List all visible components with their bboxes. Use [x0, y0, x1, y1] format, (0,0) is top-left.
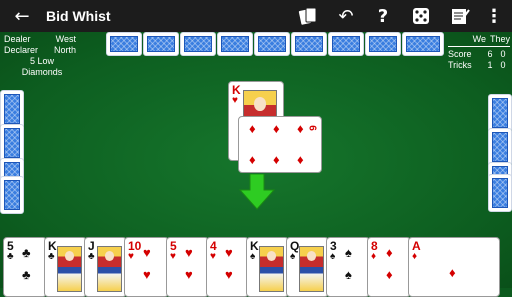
- card-back: [143, 32, 179, 56]
- suit-pip-icon: ♥: [143, 267, 151, 282]
- score-sheet-icon[interactable]: [448, 4, 472, 28]
- heart-suit-icon: ♥: [128, 251, 134, 262]
- spade-suit-icon: ♠: [290, 251, 296, 262]
- suit-pip-icon: ♥: [225, 245, 233, 260]
- card-back: [328, 32, 364, 56]
- suit-pip-icon: ♥: [143, 245, 151, 260]
- diamond-suit-icon: ♦: [249, 152, 256, 167]
- suit-pip-icon: ♠: [345, 267, 352, 282]
- hand-card[interactable]: Q ♠: [286, 237, 329, 297]
- suit-pip-icon: ♥: [185, 267, 193, 282]
- card-back: [217, 32, 253, 56]
- diamond-suit-icon: ♦: [371, 251, 377, 262]
- card-back: [488, 94, 512, 132]
- overflow-menu-icon[interactable]: ⋮: [482, 4, 506, 28]
- score-label: Score: [448, 49, 472, 59]
- suit-pip-icon: ♣: [22, 245, 31, 260]
- heart-suit-icon: ♥: [210, 251, 216, 262]
- declarer-label: Declarer: [4, 45, 39, 55]
- hand-card[interactable]: 5 ♥ ♥ ♥: [166, 237, 209, 297]
- we-label: We: [472, 34, 486, 44]
- hand-card[interactable]: 3 ♠ ♠ ♠: [326, 237, 370, 297]
- score-we: 6: [487, 49, 493, 59]
- dealer-label: Dealer: [4, 34, 31, 44]
- suit-pip-icon: ♣: [22, 267, 31, 282]
- undo-icon[interactable]: ↶: [334, 4, 358, 28]
- card-back: [291, 32, 327, 56]
- club-suit-icon: ♣: [7, 251, 14, 262]
- hand-card[interactable]: 4 ♥ ♥ ♥: [206, 237, 249, 297]
- court-portrait: [259, 246, 284, 292]
- card-back: [488, 128, 512, 166]
- card-back: [0, 90, 24, 128]
- tricks-label: Tricks: [448, 60, 472, 70]
- club-suit-icon: ♣: [88, 251, 95, 262]
- card-back: [106, 32, 142, 56]
- hand-card[interactable]: K ♣: [44, 237, 87, 297]
- scoreboard: We They Score 6 0 Tricks 1 0: [448, 34, 510, 71]
- trick-card-six-diamonds: 6 ♦ ♦ ♦ ♦ ♦ ♦: [238, 116, 322, 173]
- diamond-suit-icon: ♦: [249, 121, 256, 136]
- bid-line-2: Diamonds: [21, 67, 63, 77]
- court-portrait: [57, 246, 82, 292]
- back-arrow-icon[interactable]: ←: [10, 4, 34, 28]
- app-title: Bid Whist: [46, 8, 111, 24]
- court-portrait: [299, 246, 324, 292]
- declarer-value: North: [53, 45, 76, 55]
- suit-pip-icon: ♥: [225, 267, 233, 282]
- suit-pip-icon: ♦: [386, 245, 393, 260]
- bid-line-1: 5 Low: [29, 56, 55, 66]
- hand-card[interactable]: 10 ♥ ♥ ♥: [124, 237, 169, 297]
- hand-card[interactable]: A ♦ ♦: [408, 237, 500, 297]
- heart-suit-icon: ♥: [232, 95, 238, 106]
- court-portrait: [97, 246, 122, 292]
- score-they: 0: [500, 49, 506, 59]
- card-back: [254, 32, 290, 56]
- cards-icon[interactable]: [296, 4, 320, 28]
- spade-suit-icon: ♠: [330, 251, 336, 262]
- hand-card[interactable]: 8 ♦ ♦ ♦: [367, 237, 411, 297]
- card-rank: 6: [306, 125, 318, 131]
- tricks-we: 1: [487, 60, 493, 70]
- card-back: [365, 32, 401, 56]
- hand-card[interactable]: K ♠: [246, 237, 289, 297]
- they-label: They: [489, 34, 510, 44]
- club-suit-icon: ♣: [48, 251, 55, 262]
- down-arrow-icon: [239, 174, 275, 210]
- diamond-suit-icon: ♦: [412, 251, 418, 262]
- tricks-they: 0: [500, 60, 506, 70]
- dealer-value: West: [55, 34, 76, 44]
- app-bar: ← Bid Whist ↶ ? ⋮: [0, 0, 512, 32]
- diamond-suit-icon: ♦: [273, 121, 280, 136]
- card-back: [402, 32, 444, 56]
- suit-pip-icon: ♦: [449, 265, 456, 280]
- dice-icon[interactable]: [409, 4, 433, 28]
- spade-suit-icon: ♠: [250, 251, 256, 262]
- suit-pip-icon: ♥: [185, 245, 193, 260]
- diamond-suit-icon: ♦: [297, 152, 304, 167]
- card-back: [0, 176, 24, 214]
- card-back: [180, 32, 216, 56]
- card-back: [488, 174, 512, 212]
- diamond-suit-icon: ♦: [273, 152, 280, 167]
- heart-suit-icon: ♥: [170, 251, 176, 262]
- help-icon[interactable]: ?: [371, 4, 395, 28]
- suit-pip-icon: ♠: [345, 245, 352, 260]
- hand-card[interactable]: 5 ♣ ♣ ♣: [3, 237, 47, 297]
- game-info: Dealer West Declarer North 5 Low Diamonds: [4, 34, 76, 78]
- suit-pip-icon: ♦: [386, 267, 393, 282]
- card-back: [0, 124, 24, 162]
- hand-card[interactable]: J ♣: [84, 237, 127, 297]
- diamond-suit-icon: ♦: [297, 121, 304, 136]
